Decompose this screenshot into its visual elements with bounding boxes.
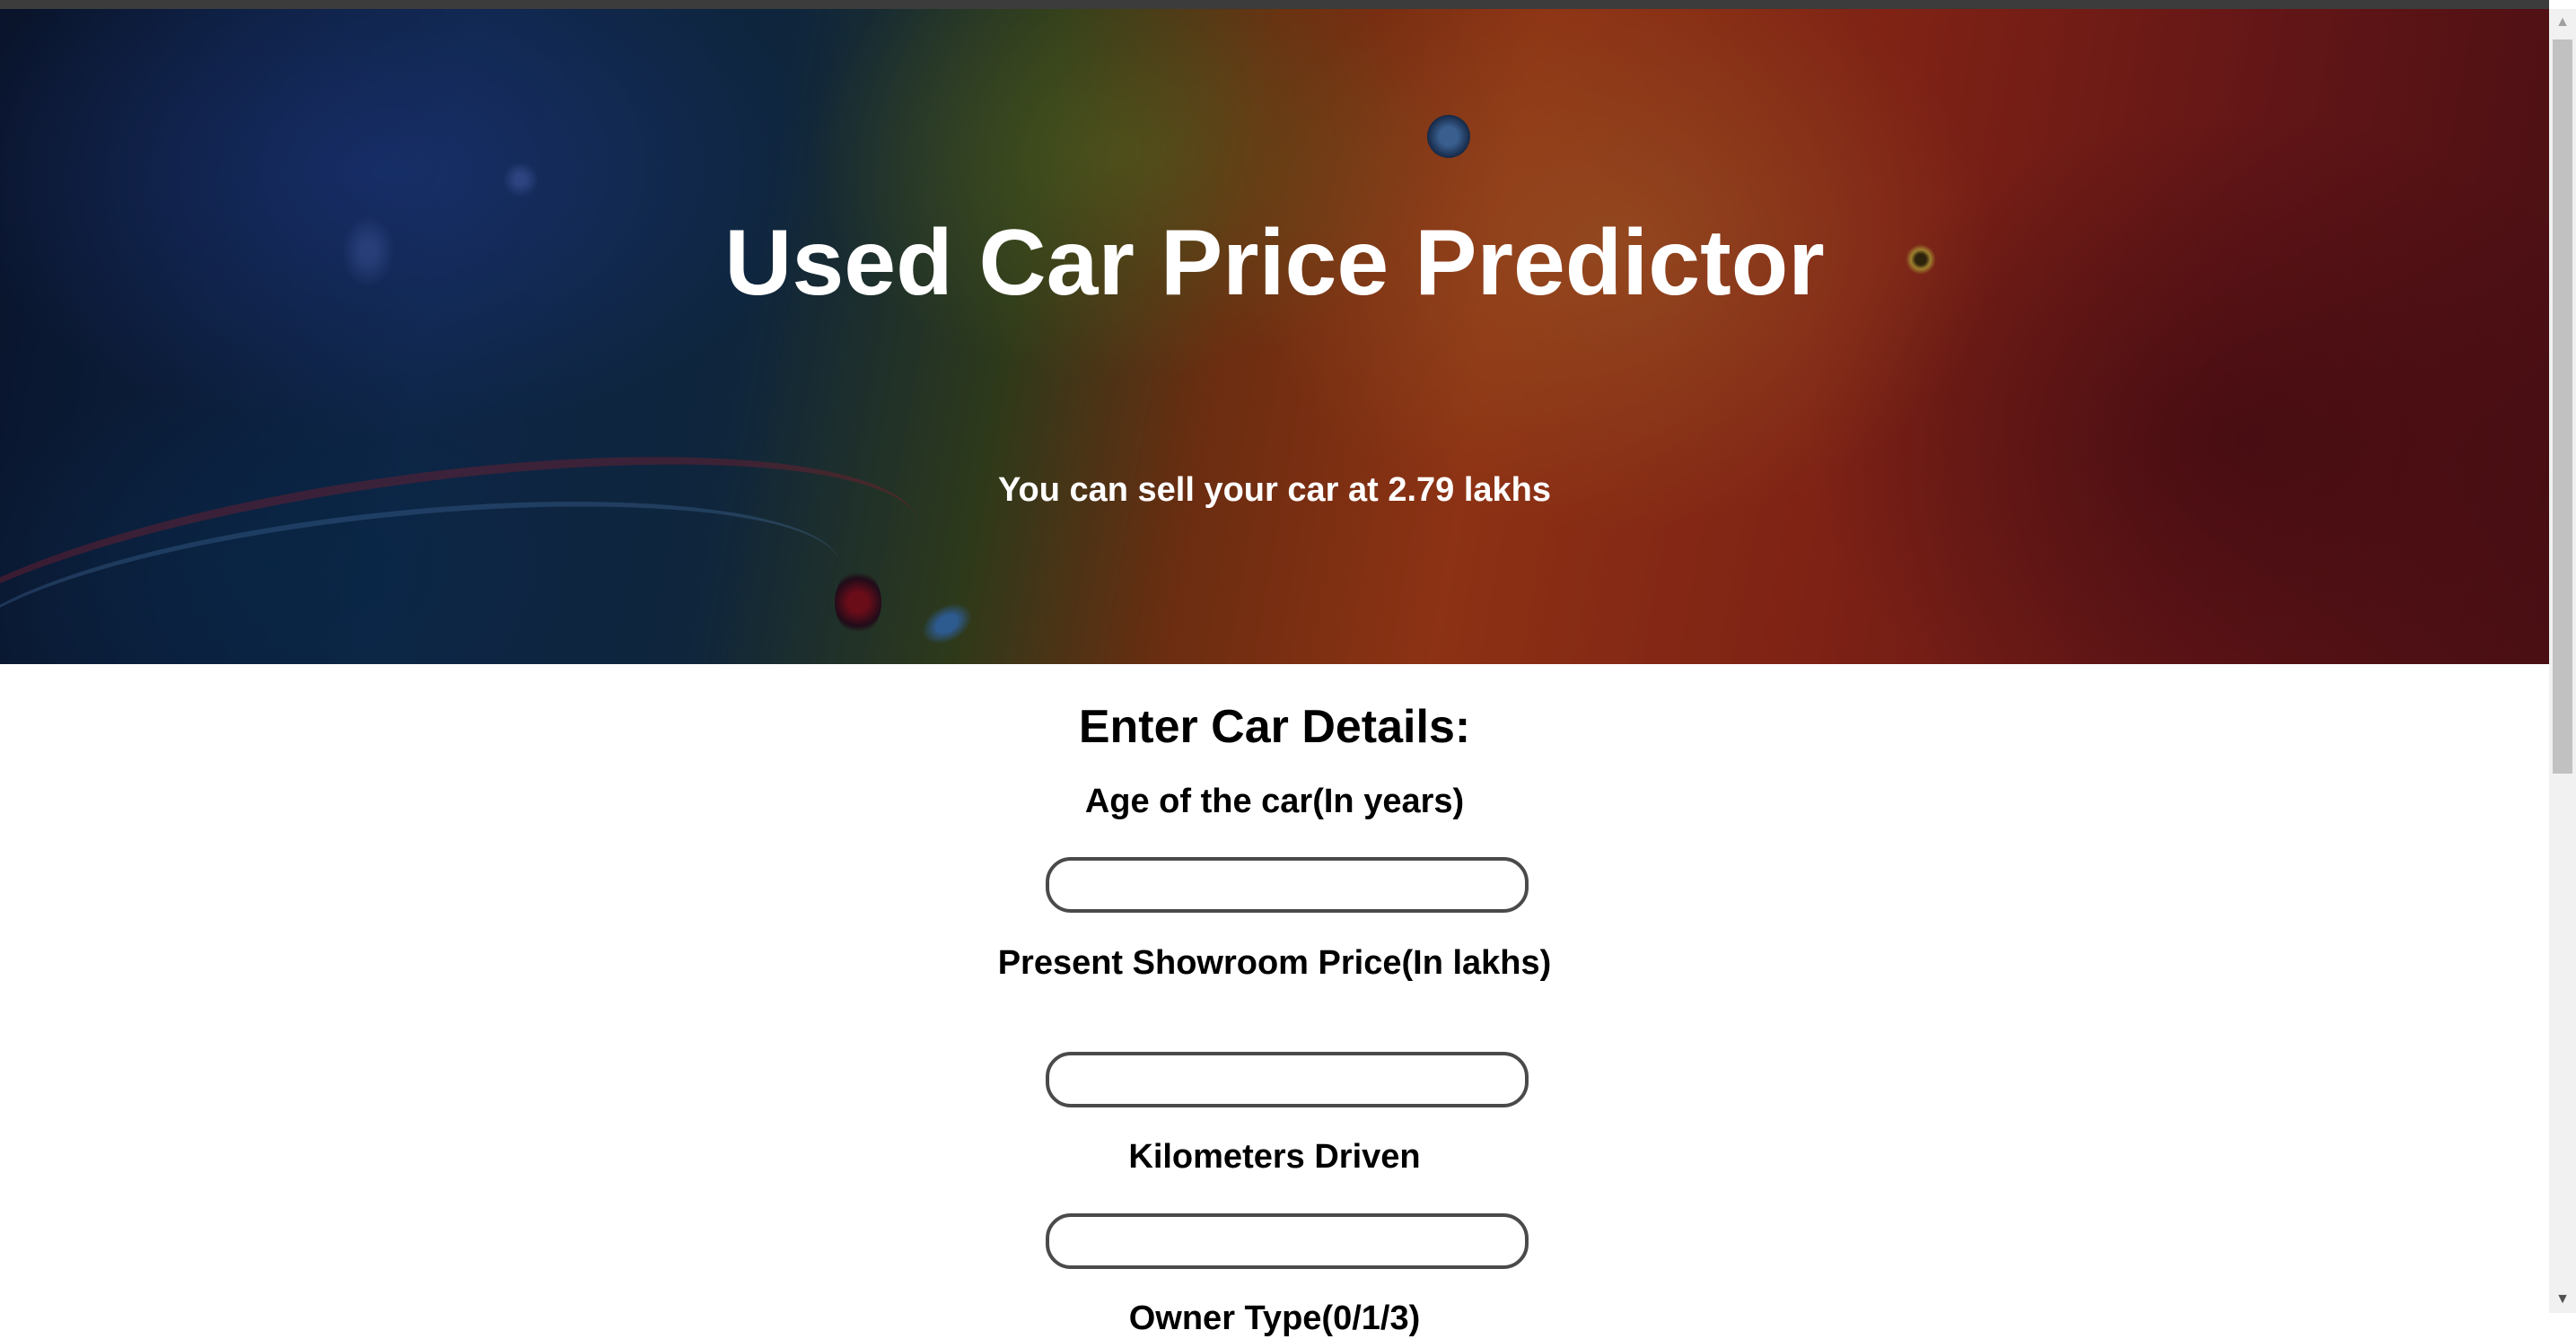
kilometers-input[interactable] — [1046, 1213, 1529, 1269]
browser-top-edge — [0, 0, 2549, 9]
kilometers-label: Kilometers Driven — [1128, 1138, 1421, 1176]
hero-overlay — [0, 9, 2549, 664]
hero-banner: Used Car Price Predictor You can sell yo… — [0, 9, 2549, 664]
scroll-thumb[interactable] — [2553, 39, 2572, 774]
car-details-form: Enter Car Details: Age of the car(In yea… — [0, 664, 2549, 1337]
showroom-price-input[interactable] — [1046, 1052, 1529, 1107]
vertical-scrollbar[interactable]: ▲ ▼ — [2549, 9, 2576, 1313]
form-heading: Enter Car Details: — [1078, 701, 1471, 753]
scroll-up-arrow-icon[interactable]: ▲ — [2549, 9, 2576, 36]
scroll-down-arrow-icon[interactable]: ▼ — [2549, 1286, 2576, 1313]
owner-type-label: Owner Type(0/1/3) — [1128, 1300, 1421, 1337]
showroom-price-label: Present Showroom Price(In lakhs) — [997, 944, 1552, 982]
prediction-result: You can sell your car at 2.79 lakhs — [997, 471, 1552, 509]
age-label: Age of the car(In years) — [1084, 783, 1465, 820]
page-title: Used Car Price Predictor — [724, 211, 1825, 315]
age-input[interactable] — [1046, 857, 1529, 913]
